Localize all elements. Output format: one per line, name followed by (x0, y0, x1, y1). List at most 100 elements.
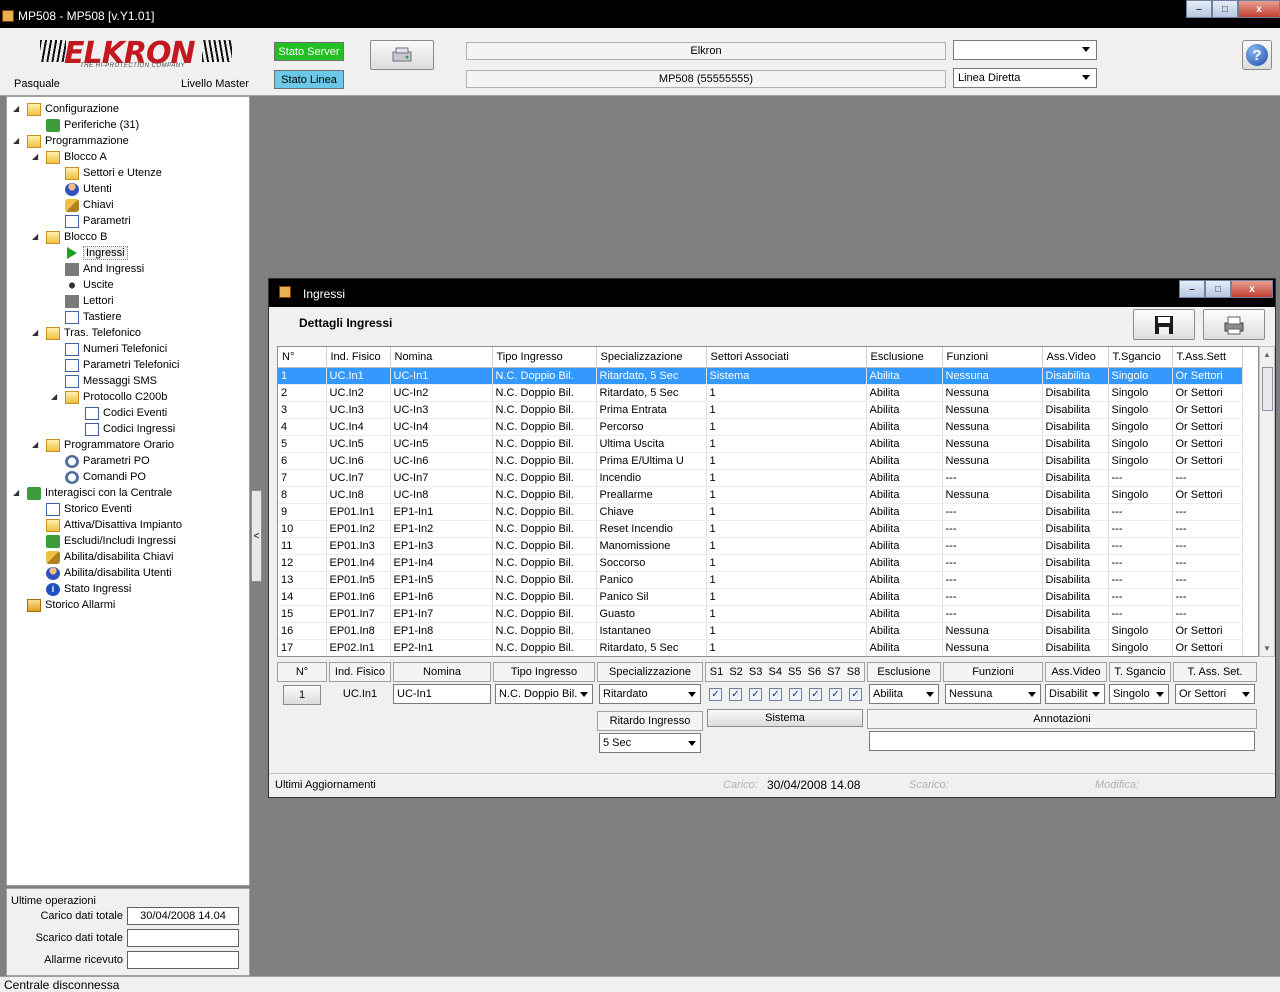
close-button[interactable]: x (1238, 0, 1280, 18)
line-type-select[interactable]: Linea Diretta (953, 68, 1097, 88)
maximize-button[interactable]: □ (1212, 0, 1238, 18)
table-row[interactable]: 17 EP02.In1 EP2-In1 N.C. Doppio Bil. Ritarda… (278, 639, 1243, 656)
settore-s3-checkbox[interactable]: ✓ (749, 687, 762, 701)
column-header[interactable]: Specializzazione (596, 347, 707, 368)
tree-item[interactable]: Ingressi (65, 245, 128, 261)
settore-s4-checkbox[interactable]: ✓ (769, 687, 782, 701)
minimize-button[interactable]: – (1186, 0, 1212, 18)
nomina-input[interactable]: UC-In1 (393, 684, 491, 704)
tree-item[interactable]: Utenti (65, 181, 112, 197)
column-header[interactable]: Esclusione (866, 347, 943, 368)
tree-item[interactable]: Settori e Utenze (65, 165, 162, 181)
settore-s5-checkbox[interactable]: ✓ (789, 687, 802, 701)
tree-item[interactable]: Parametri Telefonici (65, 357, 179, 373)
table-row[interactable]: 10 EP01.In2 EP1-In2 N.C. Doppio Bil. Reset I… (278, 520, 1243, 538)
tree-item[interactable]: ◢ Programmatore Orario (32, 437, 174, 453)
table-row[interactable]: 7 UC.In7 UC-In7 N.C. Doppio Bil. Incendio 1 Ab… (278, 469, 1243, 487)
sistema-button[interactable]: Sistema (707, 709, 863, 727)
settore-s2-checkbox[interactable]: ✓ (729, 687, 742, 701)
column-header[interactable]: N° (278, 347, 327, 368)
expand-toggle-icon[interactable]: ◢ (13, 104, 21, 113)
expand-toggle-icon[interactable]: ◢ (51, 392, 59, 401)
tree-item[interactable]: Escludi/Includi Ingressi (46, 533, 176, 549)
record-number-button[interactable]: 1 (283, 685, 321, 705)
column-header[interactable]: Ass.Video (1042, 347, 1109, 368)
expand-toggle-icon[interactable]: ◢ (32, 328, 40, 337)
tree-item[interactable]: Codici Ingressi (85, 421, 175, 437)
table-row[interactable]: 8 UC.In8 UC-In8 N.C. Doppio Bil. Preallarme 1… (278, 486, 1243, 504)
expand-toggle-icon[interactable]: ◢ (32, 440, 40, 449)
table-row[interactable]: 14 EP01.In6 EP1-In6 N.C. Doppio Bil. Panico … (278, 588, 1243, 606)
tree-item[interactable]: Periferiche (31) (46, 117, 139, 133)
column-header[interactable]: Funzioni (942, 347, 1043, 368)
expand-toggle-icon[interactable]: ◢ (13, 136, 21, 145)
table-row[interactable]: 15 EP01.In7 EP1-In7 N.C. Doppio Bil. Guasto 1… (278, 605, 1243, 623)
child-maximize-button[interactable]: □ (1205, 280, 1231, 298)
t-ass-set-select[interactable]: Or Settori (1175, 684, 1255, 704)
tree-item[interactable]: ◢ Configurazione (13, 101, 119, 117)
tree-item[interactable]: And Ingressi (65, 261, 144, 277)
table-row[interactable]: 16 EP01.In8 EP1-In8 N.C. Doppio Bil. Istanta… (278, 622, 1243, 640)
expand-toggle-icon[interactable]: ◢ (32, 232, 40, 241)
ass-video-select[interactable]: Disabilit (1045, 684, 1105, 704)
annotazioni-input[interactable] (869, 731, 1255, 751)
column-header[interactable]: T.Sgancio (1108, 347, 1173, 368)
esclusione-select[interactable]: Abilita (869, 684, 939, 704)
scroll-up-icon[interactable]: ▲ (1263, 350, 1271, 359)
tree-item[interactable]: Messaggi SMS (65, 373, 157, 389)
column-header[interactable]: T.Ass.Sett (1172, 347, 1243, 368)
connect-button[interactable] (370, 40, 434, 70)
expand-toggle-icon[interactable]: ◢ (32, 152, 40, 161)
table-row[interactable]: 1 UC.In1 UC-In1 N.C. Doppio Bil. Ritardato, … (278, 367, 1243, 385)
print-button[interactable] (1203, 309, 1265, 340)
t-sgancio-select[interactable]: Singolo (1109, 684, 1169, 704)
tree-item[interactable]: Storico Allarmi (27, 597, 115, 613)
expand-toggle-icon[interactable]: ◢ (13, 488, 21, 497)
child-close-button[interactable]: x (1231, 280, 1273, 298)
table-row[interactable]: 13 EP01.In5 EP1-In5 N.C. Doppio Bil. Panico 1… (278, 571, 1243, 589)
settore-s6-checkbox[interactable]: ✓ (809, 687, 822, 701)
ingressi-table[interactable]: N° Ind. Fisico Nomina Tipo Ingresso Speciali… (277, 346, 1259, 657)
tree-item[interactable]: Uscite (65, 277, 114, 293)
settore-s1-checkbox[interactable]: ✓ (709, 687, 722, 701)
table-row[interactable]: 3 UC.In3 UC-In3 N.C. Doppio Bil. Prima Entra… (278, 401, 1243, 419)
tree-item[interactable]: ◢ Programmazione (13, 133, 129, 149)
table-scrollbar[interactable]: ▲ ▼ (1259, 346, 1275, 657)
scrollbar-thumb[interactable] (1262, 367, 1273, 411)
table-row[interactable]: 4 UC.In4 UC-In4 N.C. Doppio Bil. Percorso 1 Ab… (278, 418, 1243, 436)
tree-item[interactable]: Codici Eventi (85, 405, 167, 421)
tree-item[interactable]: ◢ Interagisci con la Centrale (13, 485, 172, 501)
central-select[interactable] (953, 40, 1097, 60)
tree-item[interactable]: Chiavi (65, 197, 114, 213)
tree-item[interactable]: Storico Eventi (46, 501, 132, 517)
tree-item[interactable]: Comandi PO (65, 469, 146, 485)
help-button[interactable]: ? (1242, 40, 1272, 70)
tree-item[interactable]: i Stato Ingressi (46, 581, 131, 597)
specializzazione-select[interactable]: Ritardato (599, 684, 701, 704)
table-row[interactable]: 11 EP01.In3 EP1-In3 N.C. Doppio Bil. Manomis… (278, 537, 1243, 555)
tree-item[interactable]: ◢ Tras. Telefonico (32, 325, 141, 341)
collapse-panel-button[interactable]: < (251, 490, 262, 582)
tree-item[interactable]: ◢ Blocco A (32, 149, 107, 165)
column-header[interactable]: Nomina (390, 347, 493, 368)
table-row[interactable]: 12 EP01.In4 EP1-In4 N.C. Doppio Bil. Soccors… (278, 554, 1243, 572)
ritardo-select[interactable]: 5 Sec (599, 733, 701, 753)
tree-item[interactable]: Abilita/disabilita Utenti (46, 565, 172, 581)
funzioni-select[interactable]: Nessuna (945, 684, 1041, 704)
tree-item[interactable]: Tastiere (65, 309, 122, 325)
tree-item[interactable]: ◢ Blocco B (32, 229, 107, 245)
save-button[interactable] (1133, 309, 1195, 340)
column-header[interactable]: Tipo Ingresso (492, 347, 597, 368)
tree-item[interactable]: Abilita/disabilita Chiavi (46, 549, 173, 565)
settore-s7-checkbox[interactable]: ✓ (829, 687, 842, 701)
table-row[interactable]: 2 UC.In2 UC-In2 N.C. Doppio Bil. Ritardato, … (278, 384, 1243, 402)
column-header[interactable]: Settori Associati (706, 347, 867, 368)
tree-item[interactable]: ◢ Protocollo C200b (51, 389, 167, 405)
table-row[interactable]: 5 UC.In5 UC-In5 N.C. Doppio Bil. Ultima Usci… (278, 435, 1243, 453)
tipo-ingresso-select[interactable]: N.C. Doppio Bil. (495, 684, 593, 704)
tree-item[interactable]: Parametri PO (65, 453, 150, 469)
column-header[interactable]: Ind. Fisico (326, 347, 391, 368)
tree-item[interactable]: Lettori (65, 293, 114, 309)
settore-s8-checkbox[interactable]: ✓ (849, 687, 862, 701)
tree-item[interactable]: Parametri (65, 213, 131, 229)
